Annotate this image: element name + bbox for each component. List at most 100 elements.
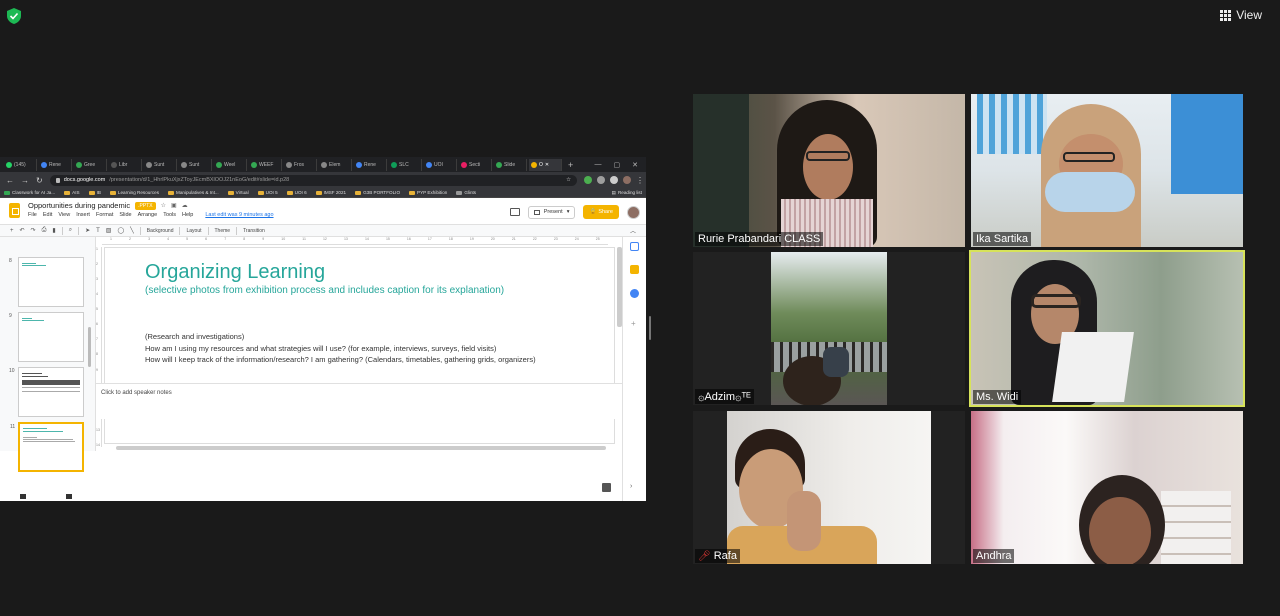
video-tile[interactable]: ۞Adzim۞ᵀᴱ [693, 252, 965, 405]
menu-slide[interactable]: Slide [119, 212, 131, 218]
slide-body[interactable]: (Research and investigations) How am I u… [145, 331, 536, 366]
present-button[interactable]: Present ▾ [527, 205, 576, 219]
bookmark[interactable]: AIS [64, 190, 80, 195]
back-icon[interactable]: ← [6, 176, 14, 185]
menu-format[interactable]: Format [96, 212, 113, 218]
share-button[interactable]: 🔒 Share [583, 205, 619, 219]
video-tile[interactable]: Rurie Prabandari CLASS [693, 94, 965, 247]
browser-tab-active[interactable]: O ✕ [529, 158, 562, 171]
extension-icon[interactable] [584, 176, 592, 184]
bookmark-star-icon[interactable]: ☆ [566, 177, 571, 183]
line-icon[interactable]: ╲ [130, 227, 134, 234]
browser-tab[interactable]: (145) [4, 158, 37, 171]
bookmark[interactable]: IMSF 2021 [315, 190, 346, 195]
layout-button[interactable]: Layout [186, 228, 201, 234]
minimize-icon[interactable]: — [595, 161, 602, 169]
background-button[interactable]: Background [147, 228, 174, 234]
kebab-menu-icon[interactable]: ⋮ [636, 176, 644, 185]
slide-thumbnail[interactable]: 8 [9, 257, 84, 307]
collapse-toolbar-icon[interactable]: ︿ [630, 226, 636, 235]
paint-format-icon[interactable]: ▮ [52, 227, 55, 234]
slide-filmstrip[interactable]: 8 9 10 11 [0, 237, 96, 472]
explore-icon[interactable] [602, 483, 611, 492]
slides-logo-icon[interactable] [9, 203, 20, 218]
view-button[interactable]: View [1220, 8, 1262, 22]
bookmark[interactable]: Classwork for AI Ja... [4, 190, 55, 195]
security-shield-icon[interactable] [7, 8, 21, 24]
move-folder-icon[interactable]: ▣ [171, 202, 177, 209]
slide-thumbnail[interactable]: 9 [9, 312, 84, 362]
last-edit-link[interactable]: Last edit was 9 minutes ago [205, 212, 273, 218]
slide-title[interactable]: Organizing Learning [145, 261, 325, 284]
browser-tab[interactable]: Elem [319, 158, 352, 171]
zoom-icon[interactable]: ⌕ [69, 227, 72, 234]
browser-tab[interactable]: Secti [459, 158, 492, 171]
video-tile[interactable]: 🎤︎ Rafa [693, 411, 965, 564]
url-field[interactable]: docs.google.com/presentation/d/1_HhrlPku… [49, 174, 577, 186]
new-slide-icon[interactable]: + [10, 228, 14, 234]
close-window-icon[interactable]: ✕ [632, 161, 638, 169]
canvas-horizontal-scrollbar[interactable] [116, 446, 606, 450]
video-tile-active-speaker[interactable]: Ms. Widi [969, 250, 1245, 407]
browser-tab[interactable]: Weel [214, 158, 247, 171]
bookmark[interactable]: UOI 5 [257, 190, 278, 195]
close-tab-icon[interactable]: ✕ [545, 162, 549, 168]
maximize-icon[interactable]: ▢ [614, 161, 621, 169]
tasks-icon[interactable] [630, 289, 639, 298]
new-tab-icon[interactable]: + [568, 160, 573, 170]
slide-subtitle[interactable]: (selective photos from exhibition proces… [145, 285, 504, 296]
keep-icon[interactable] [630, 265, 639, 274]
bookmark[interactable]: Glints [456, 190, 476, 195]
menu-tools[interactable]: Tools [163, 212, 176, 218]
speaker-notes[interactable]: Click to add speaker notes [96, 383, 622, 419]
add-ons-icon[interactable]: + [631, 319, 636, 328]
star-icon[interactable]: ☆ [161, 202, 166, 209]
menu-edit[interactable]: Edit [43, 212, 52, 218]
undo-icon[interactable]: ↶ [20, 227, 25, 234]
profile-icon[interactable] [623, 176, 631, 184]
browser-tab[interactable]: Gree [74, 158, 107, 171]
browser-tab[interactable]: Fros [284, 158, 317, 171]
menu-view[interactable]: View [58, 212, 70, 218]
filmstrip-view-icon[interactable] [66, 493, 72, 499]
bookmark[interactable]: PYP Exhibition [409, 190, 447, 195]
browser-tab[interactable]: SLC [389, 158, 422, 171]
filmstrip-scrollbar[interactable] [88, 327, 91, 367]
browser-tab[interactable]: Sunt [144, 158, 177, 171]
browser-tab[interactable]: Rene [39, 158, 72, 171]
account-avatar[interactable] [627, 205, 640, 219]
text-box-icon[interactable]: T [96, 228, 100, 234]
reload-icon[interactable]: ↻ [36, 176, 43, 185]
menu-help[interactable]: Help [182, 212, 193, 218]
video-tile[interactable]: Ika Sartika [971, 94, 1243, 247]
slide-thumbnail-selected[interactable]: 11 [10, 422, 84, 472]
theme-button[interactable]: Theme [215, 228, 231, 234]
video-tile[interactable]: Andhra [971, 411, 1243, 564]
bookmark[interactable]: Learning Resources [109, 190, 159, 195]
comments-icon[interactable] [509, 208, 520, 216]
bookmark[interactable]: Virtual [227, 190, 249, 195]
browser-tab[interactable]: Slide [494, 158, 527, 171]
redo-icon[interactable]: ↷ [31, 227, 36, 234]
browser-tab[interactable]: Libr [109, 158, 142, 171]
menu-arrange[interactable]: Arrange [138, 212, 158, 218]
browser-tab[interactable]: UOI [424, 158, 457, 171]
split-handle[interactable] [649, 316, 651, 340]
browser-tab[interactable]: WEEF [249, 158, 282, 171]
transition-button[interactable]: Transition [243, 228, 265, 234]
bookmark[interactable]: Manipulatives & Int... [168, 190, 219, 195]
bookmark[interactable]: UOI 6 [286, 190, 307, 195]
slide-thumbnail[interactable]: 10 [9, 367, 84, 417]
shape-icon[interactable]: ◯ [117, 227, 124, 234]
grid-view-icon[interactable] [20, 493, 26, 499]
puzzle-icon[interactable] [610, 176, 618, 184]
select-icon[interactable]: ➤ [85, 227, 90, 234]
calendar-icon[interactable] [630, 242, 639, 251]
chevron-down-icon[interactable]: ▾ [567, 209, 570, 215]
extension-icon[interactable] [597, 176, 605, 184]
image-icon[interactable]: ▧ [106, 227, 112, 234]
expand-panel-icon[interactable]: › [630, 483, 632, 490]
browser-tab[interactable]: Sunt [179, 158, 212, 171]
forward-icon[interactable]: → [21, 176, 29, 185]
print-icon[interactable]: ⎙ [42, 227, 47, 234]
